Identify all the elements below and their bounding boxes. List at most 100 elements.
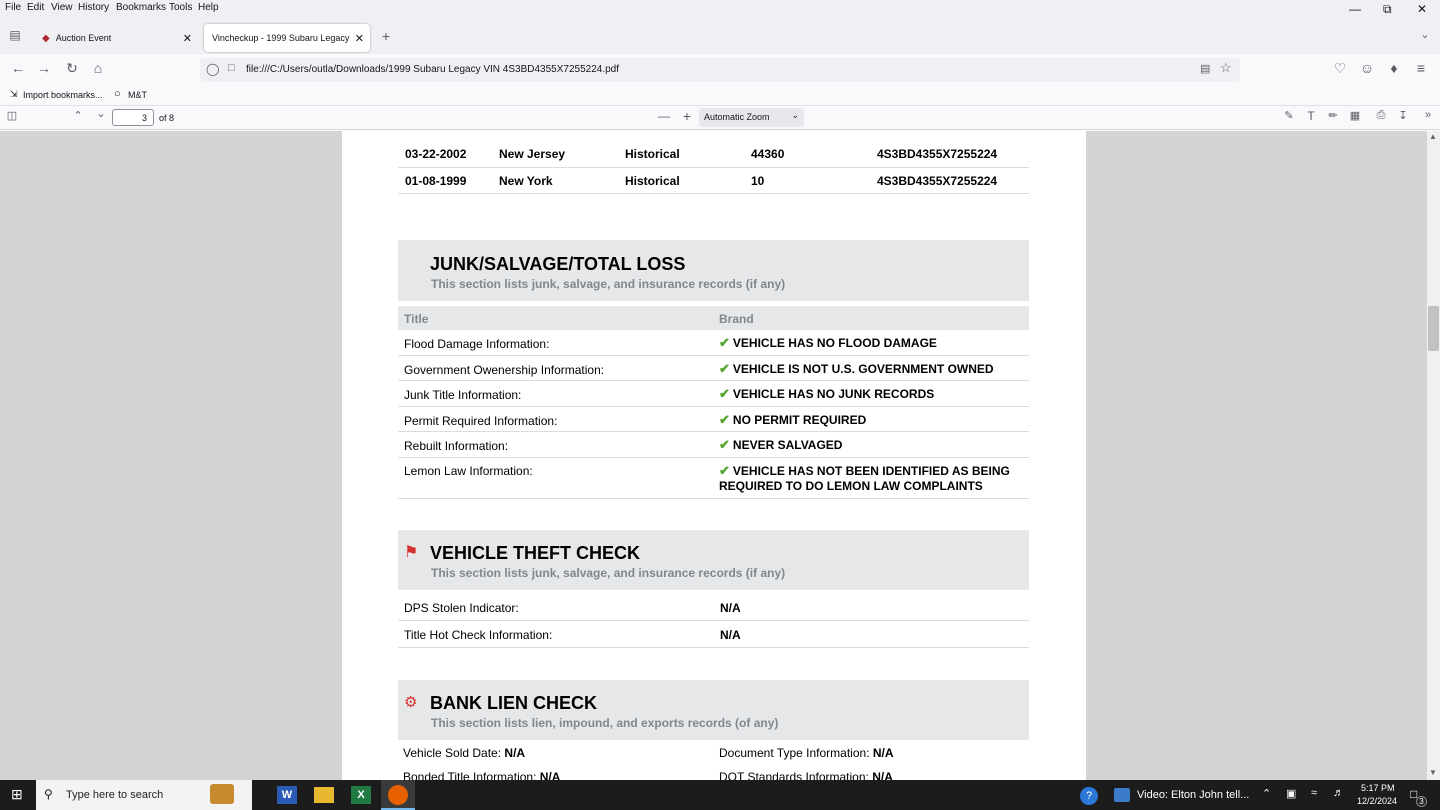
url-text[interactable]: file:///C:/Users/outla/Downloads/1999 Su… — [246, 64, 619, 75]
wifi-icon[interactable]: ≈ — [1311, 787, 1317, 799]
tab-list-icon[interactable]: ▤ — [5, 28, 25, 42]
bookmarks-toolbar: ⇲ Import bookmarks... ○ M&T — [0, 84, 1440, 106]
close-window-icon[interactable]: ✕ — [1417, 2, 1427, 16]
back-icon[interactable]: ← — [8, 60, 28, 76]
menu-bar: File Edit View History Bookmarks Tools H… — [0, 0, 1440, 16]
junk-table-header: Title Brand — [398, 306, 1029, 330]
scroll-up-icon[interactable]: ▲ — [1429, 132, 1437, 141]
zoom-select[interactable]: Automatic Zoom ⌄ — [699, 108, 804, 127]
row-value-text: NO PERMIT REQUIRED — [732, 413, 867, 427]
menu-file[interactable]: File — [5, 2, 21, 13]
briefcase-icon[interactable] — [210, 784, 234, 804]
highlight-icon[interactable]: ✎ — [1279, 109, 1299, 122]
vertical-scrollbar[interactable]: ▲ ▼ — [1427, 131, 1440, 780]
zoom-value: Automatic Zoom — [704, 112, 770, 122]
list-all-tabs-icon[interactable]: ⌄ — [1415, 28, 1435, 41]
section-title: BANK LIEN CHECK — [430, 693, 598, 713]
network-icon[interactable]: ▣ — [1286, 787, 1296, 800]
row-label: Lemon Law Information: — [404, 464, 533, 478]
scrollbar-thumb[interactable] — [1428, 306, 1439, 351]
save-icon[interactable]: ↧ — [1393, 109, 1413, 122]
clock-date[interactable]: 12/2/2024 — [1357, 796, 1397, 806]
zoom-in-icon[interactable]: + — [677, 108, 697, 124]
shield-icon[interactable]: ◯ — [206, 62, 219, 76]
extensions-icon[interactable]: ♦ — [1384, 60, 1404, 76]
close-tab-icon[interactable]: ✕ — [355, 32, 364, 45]
pocket-icon[interactable]: ♡ — [1330, 60, 1350, 77]
menu-icon[interactable]: ≡ — [1411, 60, 1431, 76]
tab-auction-event[interactable]: ◆ Auction Event ✕ — [34, 24, 198, 52]
tab-bar: ▤ ◆ Auction Event ✕ Vincheckup - 1999 Su… — [0, 16, 1440, 54]
firefox-taskbar-button[interactable] — [381, 780, 415, 810]
tab-vincheckup[interactable]: Vincheckup - 1999 Subaru Legacy V ✕ — [204, 24, 370, 52]
row-label: Junk Title Information: — [404, 388, 522, 402]
row-value: N/A — [720, 601, 741, 615]
chevron-down-icon: ⌄ — [791, 110, 799, 120]
scroll-down-icon[interactable]: ▼ — [1429, 768, 1437, 777]
mt-bookmark-link[interactable]: M&T — [128, 90, 147, 100]
pdf-viewer: 03-22-2002 New Jersey Historical 44360 4… — [0, 131, 1427, 780]
windows-start-icon[interactable]: ⊞ — [11, 786, 23, 803]
help-icon[interactable]: ? — [1080, 787, 1098, 805]
menu-bookmarks[interactable]: Bookmarks — [116, 2, 166, 13]
draw-icon[interactable]: ✏ — [1323, 109, 1343, 122]
print-icon[interactable]: ⎙ — [1371, 109, 1391, 122]
row-value: N/A — [872, 770, 893, 780]
check-icon: ✔ — [719, 412, 730, 427]
search-icon: ⚲ — [44, 787, 53, 801]
reader-view-icon[interactable]: ▤ — [1200, 62, 1210, 75]
url-bar[interactable]: ◯ □ file:///C:/Users/outla/Downloads/199… — [200, 58, 1240, 82]
table-row: 03-22-2002 New Jersey Historical 44360 4… — [398, 141, 1029, 168]
clock-time[interactable]: 5:17 PM — [1361, 783, 1395, 793]
row-value: N/A — [872, 746, 894, 760]
page-number-input[interactable]: 3 — [112, 109, 154, 126]
section-title: JUNK/SALVAGE/TOTAL LOSS — [430, 254, 686, 274]
sidebar-toggle-icon[interactable]: ◫ — [2, 109, 22, 122]
table-row: Junk Title Information: ✔ VEHICLE HAS NO … — [398, 381, 1029, 407]
menu-view[interactable]: View — [51, 2, 73, 13]
news-widget-text[interactable]: Video: Elton John tell... — [1137, 789, 1249, 801]
next-page-icon[interactable]: ⌄ — [91, 107, 111, 120]
row-value-text: VEHICLE IS NOT U.S. GOVERNMENT OWNED — [732, 362, 994, 376]
chevron-up-icon[interactable]: ⌃ — [1262, 787, 1271, 800]
word-icon[interactable]: W — [277, 786, 297, 804]
history-date: 03-22-2002 — [405, 147, 467, 161]
forward-icon[interactable]: → — [34, 60, 54, 76]
new-tab-icon[interactable]: + — [376, 28, 396, 44]
text-icon[interactable]: T — [1301, 109, 1321, 123]
check-icon: ✔ — [719, 386, 730, 401]
section-title: VEHICLE THEFT CHECK — [430, 543, 641, 563]
row-label: Rebuilt Information: — [404, 439, 509, 453]
image-icon[interactable]: ▦ — [1345, 109, 1365, 122]
bookmark-star-icon[interactable]: ☆ — [1220, 60, 1232, 76]
reload-icon[interactable]: ↻ — [62, 60, 82, 77]
row-value: N/A — [504, 746, 526, 760]
home-icon[interactable]: ⌂ — [88, 60, 108, 76]
menu-edit[interactable]: Edit — [27, 2, 44, 13]
history-state: New Jersey — [499, 147, 566, 161]
account-icon[interactable]: ☺ — [1357, 60, 1377, 76]
news-icon[interactable] — [1114, 788, 1130, 802]
table-row: Vehicle Sold Date: N/A Document Type Inf… — [398, 743, 1029, 767]
restore-icon[interactable]: ⧉ — [1383, 2, 1392, 17]
theft-icon: ⚑ — [404, 544, 419, 561]
excel-icon[interactable]: X — [351, 786, 371, 804]
row-label: Vehicle Sold Date: — [403, 746, 502, 760]
minimize-icon[interactable]: — — [1349, 2, 1361, 16]
close-tab-icon[interactable]: ✕ — [183, 32, 192, 45]
row-value-text: VEHICLE HAS NO FLOOD DAMAGE — [732, 336, 937, 350]
menu-tools[interactable]: Tools — [169, 2, 192, 13]
zoom-out-icon[interactable]: — — [654, 109, 674, 123]
menu-history[interactable]: History — [78, 2, 109, 13]
tools-icon[interactable]: » — [1418, 109, 1438, 121]
import-bookmarks-link[interactable]: Import bookmarks... — [23, 90, 103, 100]
search-placeholder: Type here to search — [66, 789, 164, 801]
previous-page-icon[interactable]: ⌃ — [68, 109, 88, 122]
volume-icon[interactable]: ♬ — [1333, 787, 1344, 799]
menu-help[interactable]: Help — [198, 2, 219, 13]
table-row: Title Hot Check Information: N/A — [398, 621, 1029, 648]
file-explorer-icon[interactable] — [314, 787, 334, 803]
taskbar-search[interactable]: ⚲ Type here to search — [36, 780, 252, 810]
check-icon: ✔ — [719, 361, 730, 376]
tab-label: Vincheckup - 1999 Subaru Legacy V — [212, 33, 350, 43]
